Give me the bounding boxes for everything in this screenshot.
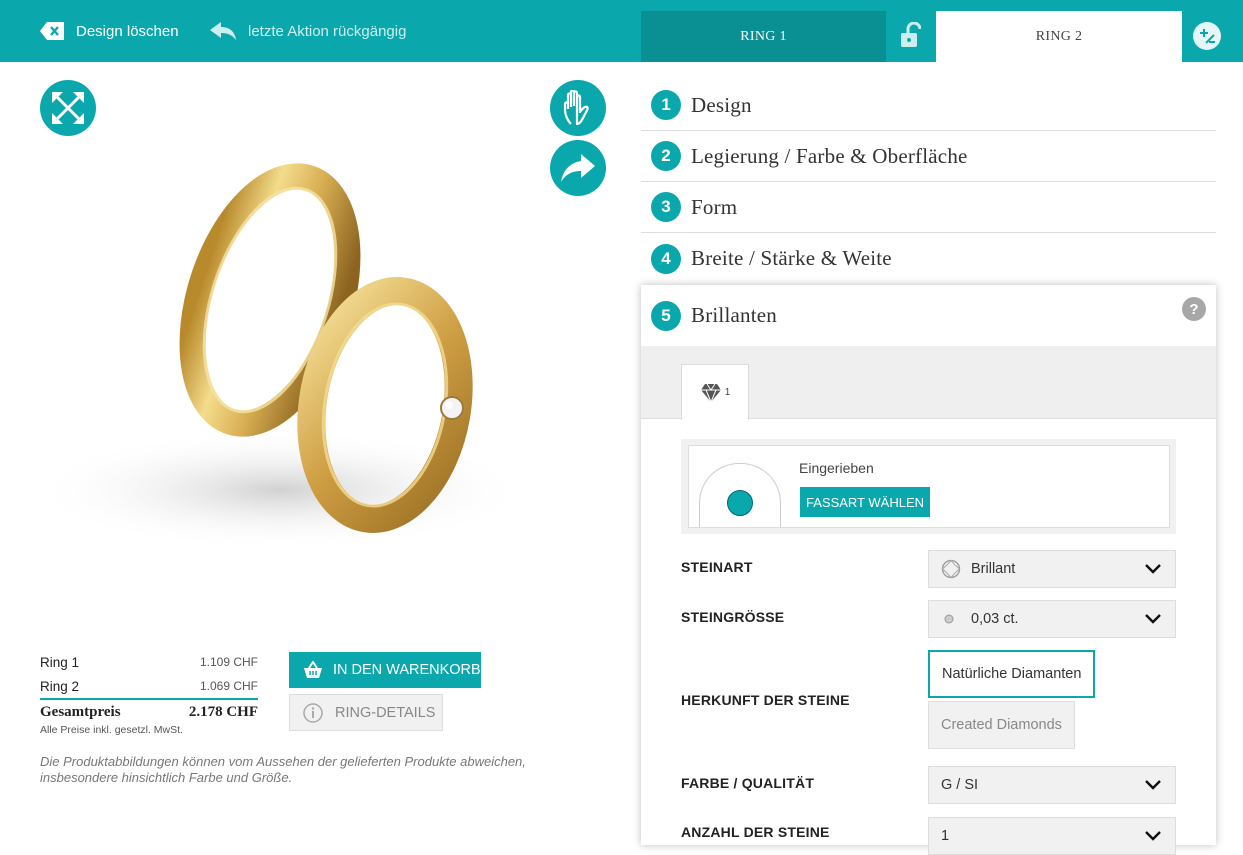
price-row-total: Gesamtpreis 2.178 CHF [40, 698, 258, 724]
chevron-down-icon [1145, 831, 1161, 841]
tab-ring-2-label: RING 2 [1035, 28, 1083, 44]
stone-dot [727, 490, 753, 516]
tab-ring-1-label: RING 1 [740, 28, 787, 44]
step-alloy[interactable]: 2 Legierung / Farbe & Oberfläche [641, 131, 1216, 182]
steinart-value: Brillant [971, 561, 1016, 577]
choose-setting-button[interactable]: FASSART WÄHLEN [800, 487, 930, 517]
ring-1-label: Ring 1 [40, 654, 80, 670]
unlock-icon[interactable] [899, 21, 922, 53]
rotate-hand-button[interactable] [550, 80, 606, 136]
step-design[interactable]: 1 Design [641, 80, 1216, 131]
ring-1-price: 1.109 CHF [199, 655, 258, 669]
setting-type-card: Eingerieben FASSART WÄHLEN [681, 439, 1176, 534]
add-to-cart-label: IN DEN WARENKORB [333, 662, 481, 678]
hand-icon [563, 90, 589, 126]
anzahl-label: ANZAHL DER STEINE [681, 824, 830, 840]
step-number: 3 [651, 192, 681, 222]
vat-note: Alle Preise inkl. gesetzl. MwSt. [40, 724, 183, 736]
price-summary: Ring 1 1.109 CHF Ring 2 1.069 CHF Gesamt… [40, 650, 258, 736]
image-disclaimer: Die Produktabbildungen können vom Ausseh… [40, 754, 526, 785]
small-stone-icon [944, 614, 954, 624]
origin-created-option[interactable]: Created Diamonds [928, 701, 1075, 749]
brilliant-cut-icon [941, 559, 961, 579]
price-row-ring-2: Ring 2 1.069 CHF [40, 674, 258, 698]
fullscreen-button[interactable] [40, 80, 96, 136]
step-brillanten-header[interactable]: 5 Brillanten ? [641, 285, 1216, 346]
herkunft-label: HERKUNFT DER STEINE [681, 692, 850, 708]
step-form[interactable]: 3 Form [641, 182, 1216, 233]
step-brillanten-panel: 5 Brillanten ? 1 Eingerieben FASSART WÄH… [641, 285, 1216, 855]
anzahl-value: 1 [941, 828, 950, 844]
tab-ring-1[interactable]: RING 1 [641, 11, 886, 62]
stone-tabs-bar: 1 [641, 346, 1216, 420]
farbe-value: G / SI [941, 777, 979, 793]
step-label: Legierung / Farbe & Oberfläche [691, 143, 968, 168]
ring-details-label: RING-DETAILS [335, 704, 436, 721]
step-label: Form [691, 194, 738, 219]
ring-2-price: 1.069 CHF [199, 679, 258, 693]
steinart-select[interactable]: Brillant [928, 550, 1176, 588]
ring-product-image [40, 163, 530, 550]
chevron-down-icon [1145, 614, 1161, 624]
steinart-label: STEINART [681, 559, 753, 575]
ring-2-label: Ring 2 [40, 678, 80, 694]
origin-natural-option[interactable]: Natürliche Diamanten [928, 650, 1096, 698]
farbe-select[interactable]: G / SI [928, 766, 1176, 804]
undo-icon [210, 22, 236, 40]
step-width[interactable]: 4 Breite / Stärke & Weite [641, 233, 1216, 284]
add-remove-ring-icon[interactable] [1193, 22, 1221, 50]
stone-tab-count: 1 [724, 387, 731, 398]
chevron-down-icon [1145, 780, 1161, 790]
steingroesse-value: 0,03 ct. [971, 611, 1019, 627]
step-number: 1 [651, 90, 681, 120]
step-label: Breite / Stärke & Weite [691, 246, 892, 270]
step-number: 5 [651, 300, 681, 331]
price-row-ring-1: Ring 1 1.109 CHF [40, 650, 258, 674]
diamond-icon [700, 383, 721, 403]
step-label: Design [691, 92, 752, 117]
diamond-stone [440, 396, 464, 420]
delete-design-button[interactable]: Design löschen [40, 0, 179, 62]
setting-preview-icon [699, 463, 781, 527]
stone-tab-1[interactable]: 1 [681, 364, 749, 420]
delete-design-label: Design löschen [76, 22, 179, 40]
step-label: Brillanten [691, 303, 777, 327]
undo-button[interactable]: letzte Aktion rückgängig [210, 0, 406, 62]
setting-type-box: Eingerieben FASSART WÄHLEN [688, 445, 1170, 528]
undo-label: letzte Aktion rückgängig [248, 22, 407, 40]
top-bar: Design löschen letzte Aktion rückgängig … [0, 0, 1243, 62]
step-number: 4 [651, 243, 681, 274]
ring-details-button[interactable]: RING-DETAILS [289, 694, 443, 731]
steingroesse-select[interactable]: 0,03 ct. [928, 600, 1176, 638]
farbe-label: FARBE / QUALITÄT [681, 775, 815, 791]
delete-icon [40, 22, 64, 40]
tab-ring-2[interactable]: RING 2 [936, 11, 1182, 62]
total-price: 2.178 CHF [188, 703, 258, 720]
expand-icon [52, 92, 84, 124]
anzahl-select[interactable]: 1 [928, 817, 1176, 855]
steingroesse-label: STEINGRÖSSE [681, 609, 785, 625]
help-icon[interactable]: ? [1182, 297, 1206, 321]
add-to-cart-button[interactable]: IN DEN WARENKORB [289, 652, 481, 688]
total-label: Gesamtpreis [40, 703, 121, 720]
chevron-down-icon [1145, 564, 1161, 574]
setting-name: Eingerieben [799, 460, 874, 476]
step-number: 2 [651, 141, 681, 171]
info-icon [303, 702, 323, 723]
shopping-basket-icon [304, 661, 322, 678]
